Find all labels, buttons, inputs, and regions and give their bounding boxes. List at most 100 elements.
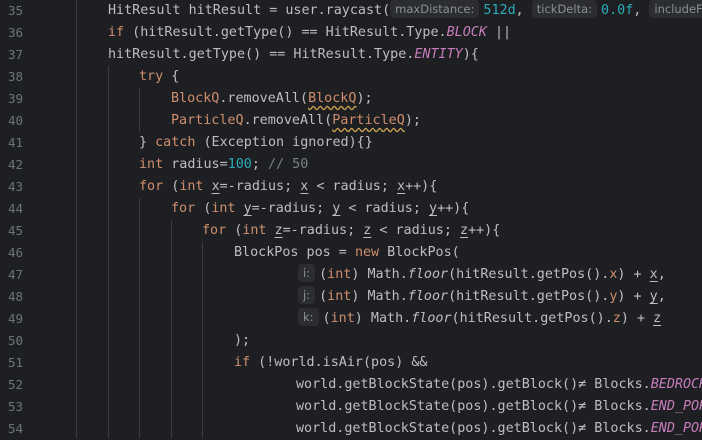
code-text: ( bbox=[163, 179, 180, 194]
line-number: 48 bbox=[8, 289, 24, 304]
code-text: ( bbox=[322, 311, 331, 326]
code-text: ( bbox=[226, 223, 243, 238]
code-text: } bbox=[139, 135, 156, 150]
code-text: ( bbox=[319, 289, 328, 304]
keyword: for bbox=[202, 223, 227, 238]
code-line-50[interactable]: ); bbox=[76, 330, 702, 352]
code-line-39[interactable]: BlockQ.removeAll(BlockQ); bbox=[76, 88, 702, 110]
param-hint-max-distance: maxDistance: bbox=[390, 0, 480, 18]
code-line-38[interactable]: try { bbox=[76, 66, 702, 88]
class-name: BlockQ bbox=[171, 91, 220, 106]
code-text: < radius; bbox=[371, 223, 460, 238]
code-line-48[interactable]: j: (int) Math.floor(hitResult.getPos(). y)… bbox=[76, 286, 702, 308]
code-line-54[interactable]: world.getBlockState(pos).getBlock()≠ Blo… bbox=[76, 418, 702, 440]
code-line-43[interactable]: for (int x=-radius; x < radius; x++){ bbox=[76, 176, 702, 198]
loop-variable: x bbox=[397, 179, 406, 194]
code-text: HitResult hitResult = user.raycast( bbox=[108, 3, 391, 18]
static-constant: BEDROCK bbox=[650, 377, 702, 392]
line-number: 36 bbox=[8, 25, 24, 40]
loop-variable: z bbox=[274, 223, 283, 238]
code-line-40[interactable]: ParticleQ.removeAll(ParticleQ); bbox=[76, 110, 702, 132]
code-text: ); bbox=[234, 333, 251, 348]
code-line-51[interactable]: if (!world.isAir(pos) && bbox=[76, 352, 702, 374]
code-text: BlockPos pos = bbox=[234, 245, 355, 260]
keyword: int bbox=[330, 311, 355, 326]
code-text: world.getBlockState(pos).getBlock()≠ Blo… bbox=[296, 399, 651, 414]
param-hint-j: j: bbox=[298, 286, 316, 304]
code-line-36[interactable]: if (hitResult.getType() == HitResult.Typ… bbox=[76, 22, 702, 44]
loop-variable: x bbox=[211, 179, 220, 194]
line-number: 40 bbox=[8, 113, 24, 128]
static-constant: END_PORT bbox=[650, 399, 702, 414]
warning-argument: BlockQ bbox=[308, 91, 357, 106]
code-text: { bbox=[163, 69, 180, 84]
line-number-gutter: 35 36 37 38 39 40 41 42 43 44 45 46 47 48 49 50 51 52 53 54 bbox=[0, 0, 40, 438]
static-method: floor bbox=[411, 311, 452, 326]
code-text: ++){ bbox=[405, 179, 438, 194]
param-hint-k: k: bbox=[298, 308, 319, 326]
code-line-41[interactable]: } catch (Exception ignored){} bbox=[76, 132, 702, 154]
code-text: hitResult.getType() == HitResult.Type. bbox=[108, 47, 415, 62]
loop-variable: y bbox=[649, 289, 658, 304]
line-number: 42 bbox=[8, 157, 24, 172]
keyword: try bbox=[139, 69, 164, 84]
keyword: int bbox=[179, 179, 204, 194]
code-line-37[interactable]: hitResult.getType() == HitResult.Type.EN… bbox=[76, 44, 702, 66]
line-number: 47 bbox=[8, 267, 24, 282]
code-line-52[interactable]: world.getBlockState(pos).getBlock()≠ Blo… bbox=[76, 374, 702, 396]
code-text: ) Math. bbox=[351, 289, 408, 304]
line-number: 43 bbox=[8, 179, 24, 194]
code-text: , bbox=[657, 289, 666, 304]
code-text: ) + bbox=[617, 289, 650, 304]
code-text: ) + bbox=[620, 311, 654, 326]
code-line-49[interactable]: k: (int) Math.floor(hitResult.getPos().z)… bbox=[76, 308, 702, 330]
keyword: if bbox=[108, 25, 125, 40]
code-line-47[interactable]: i: (int) Math.floor(hitResult.getPos(). x)… bbox=[76, 264, 702, 286]
line-number: 35 bbox=[8, 3, 24, 18]
keyword: new bbox=[354, 245, 380, 260]
keyword: int bbox=[211, 201, 236, 216]
code-text: BlockPos( bbox=[379, 245, 460, 260]
code-text: (!world.isAir(pos) && bbox=[250, 355, 428, 370]
code-text: (Exception ignored){} bbox=[195, 135, 373, 150]
line-number: 50 bbox=[8, 333, 24, 348]
keyword: catch bbox=[155, 135, 196, 150]
code-line-35[interactable]: HitResult hitResult = user.raycast(maxDi… bbox=[76, 0, 702, 22]
code-text: =-radius; bbox=[251, 201, 333, 216]
keyword: int bbox=[327, 267, 352, 282]
line-number: 51 bbox=[8, 355, 24, 370]
code-text: ) Math. bbox=[354, 311, 412, 326]
keyword: for bbox=[171, 201, 196, 216]
code-text: ){ bbox=[462, 47, 479, 62]
code-line-46[interactable]: BlockPos pos = new BlockPos( bbox=[76, 242, 702, 264]
line-number: 53 bbox=[8, 399, 24, 414]
line-number: 49 bbox=[8, 311, 24, 326]
code-line-42[interactable]: int radius=100; // 50 bbox=[76, 154, 702, 176]
static-constant: END_POR bbox=[650, 421, 702, 436]
field-access: z bbox=[612, 311, 621, 326]
code-text: ) + bbox=[617, 267, 650, 282]
code-text: radius= bbox=[163, 157, 228, 172]
code-text: || bbox=[486, 25, 512, 40]
keyword: int bbox=[242, 223, 267, 238]
comma: , bbox=[515, 3, 524, 18]
code-line-45[interactable]: for (int z=-radius; z < radius; z++){ bbox=[76, 220, 702, 242]
class-name: ParticleQ bbox=[171, 113, 244, 128]
code-text: ); bbox=[356, 91, 373, 106]
code-text: < radius; bbox=[308, 179, 397, 194]
comma: , bbox=[633, 3, 642, 18]
loop-variable: y bbox=[243, 201, 252, 216]
number-literal: 512d bbox=[483, 3, 516, 18]
code-editor[interactable]: 35 36 37 38 39 40 41 42 43 44 45 46 47 48 49 50 51 52 53 54… bbox=[0, 0, 702, 438]
line-number: 39 bbox=[8, 91, 24, 106]
static-method: floor bbox=[407, 289, 449, 304]
code-text: (hitResult.getPos(). bbox=[448, 289, 610, 304]
code-area[interactable]: HitResult hitResult = user.raycast(maxDi… bbox=[76, 0, 702, 438]
code-text: ++){ bbox=[468, 223, 501, 238]
line-number: 38 bbox=[8, 69, 24, 84]
code-line-53[interactable]: world.getBlockState(pos).getBlock()≠ Blo… bbox=[76, 396, 702, 418]
param-hint-i: i: bbox=[298, 264, 316, 282]
code-line-44[interactable]: for (int y=-radius; y < radius; y++){ bbox=[76, 198, 702, 220]
